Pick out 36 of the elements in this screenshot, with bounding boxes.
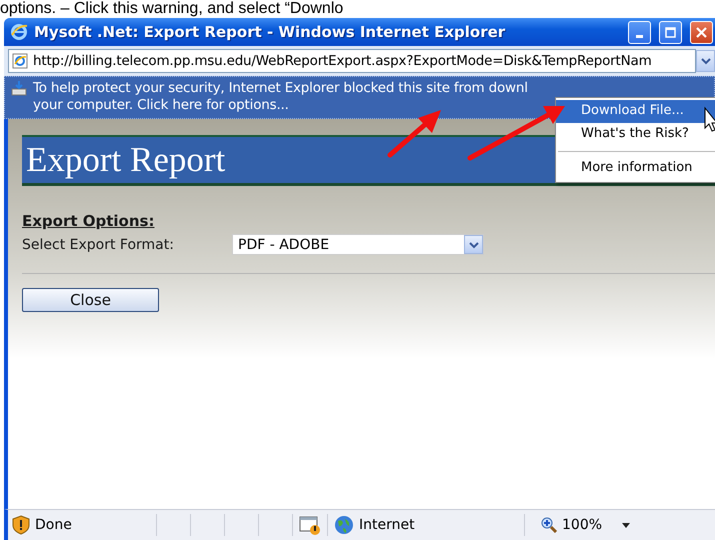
caret-icon xyxy=(700,57,710,65)
minimize-button[interactable] xyxy=(628,20,651,44)
section-heading: Export Options: xyxy=(22,212,154,230)
minimize-icon xyxy=(636,34,643,38)
address-field[interactable]: http://billing.telecom.pp.msu.edu/WebReportExport.aspx?ExportMode=Disk&TempReportNam xyxy=(8,49,696,73)
close-icon xyxy=(696,26,707,38)
close-button[interactable]: Close xyxy=(22,288,159,312)
status-text: Done xyxy=(35,517,72,533)
shield-warning-icon xyxy=(12,515,30,535)
browser-logo-icon xyxy=(10,23,28,41)
zone-text: Internet xyxy=(359,517,415,533)
globe-icon xyxy=(334,515,354,535)
download-icon xyxy=(11,80,27,96)
select-value: PDF - ADOBE xyxy=(238,236,330,252)
warning-text: your computer. Click here for options... xyxy=(33,97,290,114)
zoom-control[interactable]: 100% xyxy=(541,510,602,540)
format-select[interactable]: PDF - ADOBE xyxy=(232,234,484,255)
maximize-button[interactable] xyxy=(659,20,682,44)
zoom-icon xyxy=(541,517,557,533)
menu-item[interactable]: More information xyxy=(556,157,715,180)
menu-item[interactable]: Download File... xyxy=(556,100,715,123)
popup-blocked-icon xyxy=(299,515,321,535)
close-button[interactable] xyxy=(690,20,713,44)
maximize-icon xyxy=(665,26,676,38)
url-text: http://billing.telecom.pp.msu.edu/WebReportExport.aspx?ExportMode=Disk&TempReportNam xyxy=(33,53,652,69)
caret-icon xyxy=(464,235,483,254)
caret-icon[interactable] xyxy=(622,522,630,528)
warning-text: To help protect your security, Internet Explorer blocked this site from downl xyxy=(33,80,528,97)
window-title: Mysoft .Net: Export Report - Windows Internet Explorer xyxy=(34,23,506,41)
annotation-arrow xyxy=(388,110,441,158)
menu-item[interactable]: What's the Risk? xyxy=(556,123,715,146)
caption-text: options. – Click this warning, and select “Downlo xyxy=(0,0,344,18)
page-icon xyxy=(12,53,28,69)
field-label: Select Export Format: xyxy=(22,236,175,252)
page-heading: Export Report xyxy=(26,140,226,180)
dropdown-button[interactable] xyxy=(696,50,715,72)
